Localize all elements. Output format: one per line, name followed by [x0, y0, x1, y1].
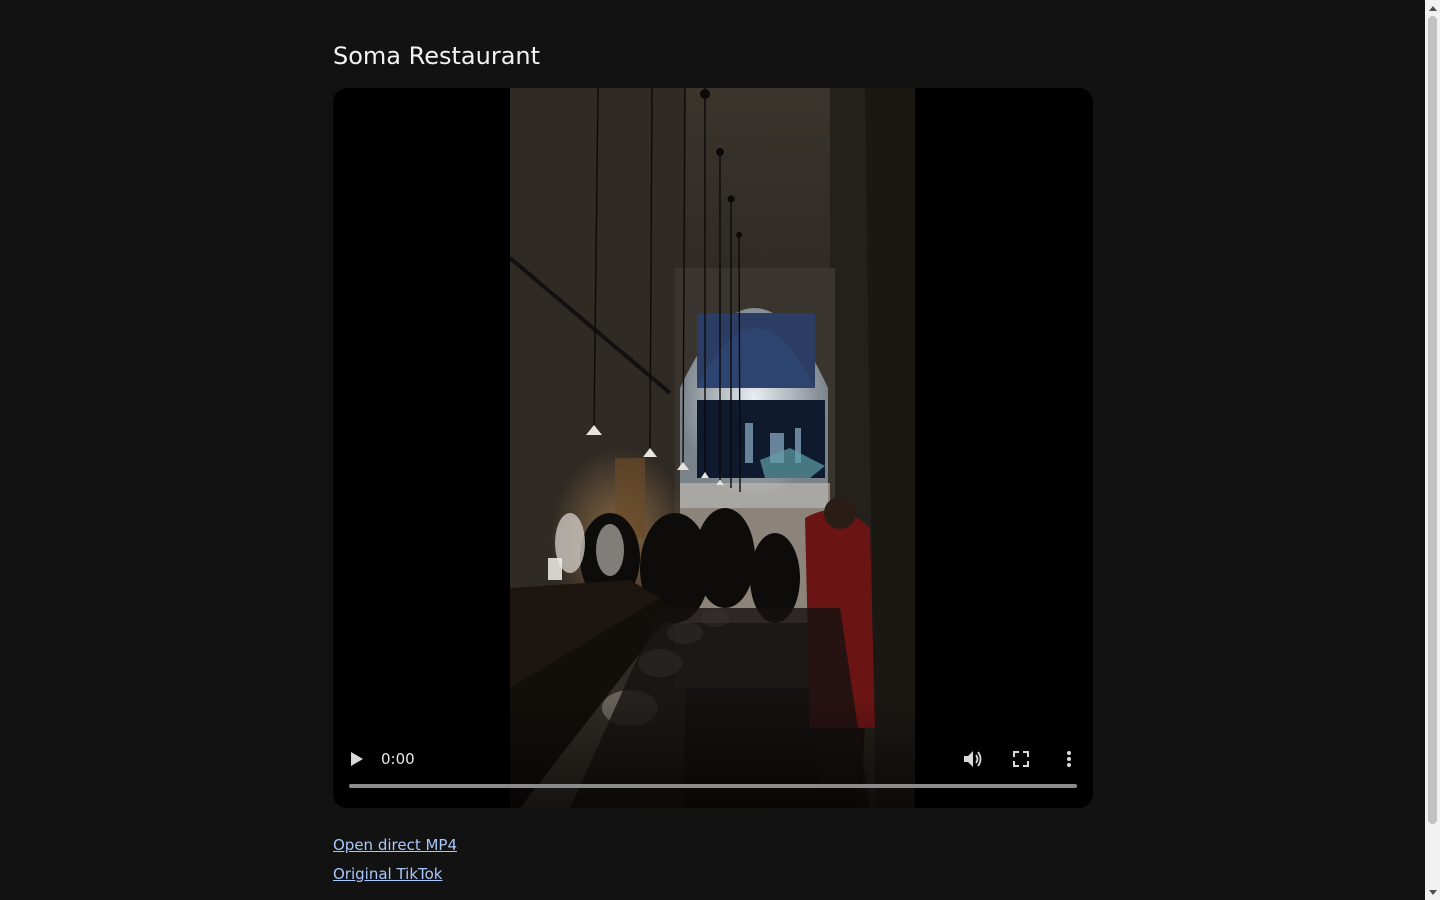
more-vertical-icon: [1067, 751, 1071, 767]
video-player[interactable]: 0:00: [333, 88, 1093, 808]
seek-bar[interactable]: [349, 784, 1077, 788]
current-time: 0:00: [381, 750, 415, 768]
volume-icon: [964, 751, 982, 767]
scroll-down-arrow-icon[interactable]: [1425, 884, 1440, 900]
scroll-up-arrow-icon[interactable]: [1425, 0, 1440, 16]
page-title: Soma Restaurant: [333, 42, 541, 70]
vertical-scrollbar[interactable]: [1425, 0, 1440, 900]
more-options-button[interactable]: [1055, 745, 1083, 773]
scrollbar-thumb[interactable]: [1428, 16, 1437, 824]
play-button[interactable]: [343, 745, 371, 773]
play-icon: [351, 752, 363, 766]
mute-button[interactable]: [959, 745, 987, 773]
fullscreen-icon: [1013, 751, 1029, 767]
fullscreen-button[interactable]: [1007, 745, 1035, 773]
original-tiktok-link[interactable]: Original TikTok: [333, 863, 457, 885]
open-direct-mp4-link[interactable]: Open direct MP4: [333, 834, 457, 856]
link-list: Open direct MP4 Original TikTok: [333, 834, 457, 892]
